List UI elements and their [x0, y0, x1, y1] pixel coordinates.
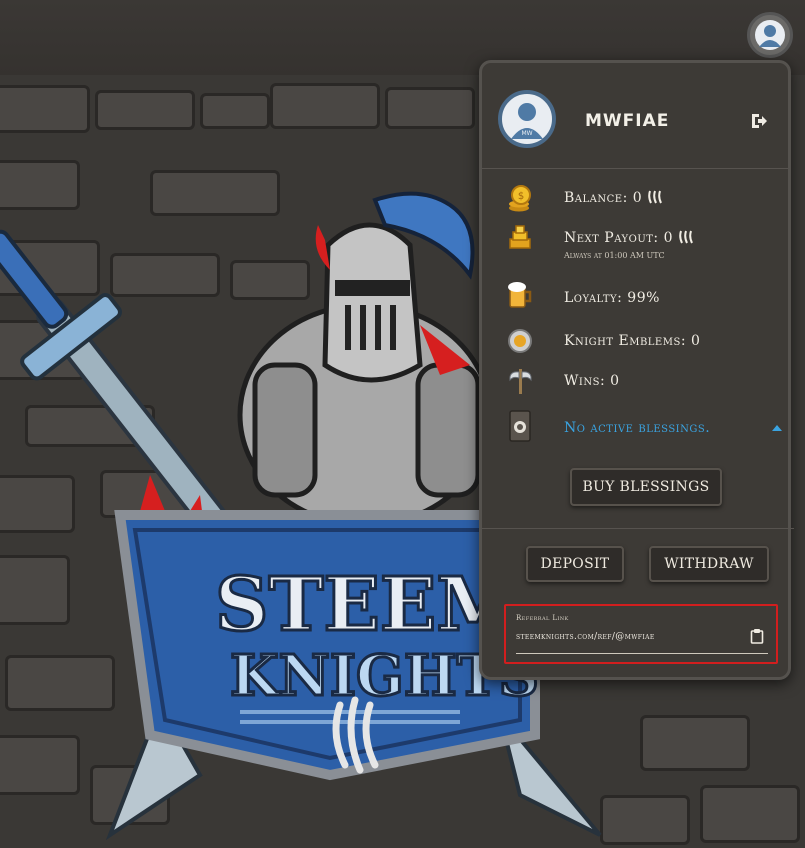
blessings-row: No active blessings. — [482, 408, 794, 448]
loyalty-row: Loyalty: 99% — [482, 278, 794, 318]
blessing-book-icon — [506, 410, 534, 442]
balance-label: Balance: 0 — [564, 190, 643, 206]
balance-row: $ Balance: 0 — [482, 178, 794, 218]
wins-label: Wins: 0 — [564, 373, 620, 389]
next-payout-label: Next Payout: 0 — [564, 230, 673, 246]
svg-text:$: $ — [518, 191, 524, 202]
steem-icon — [679, 230, 693, 244]
user-dropdown-panel: MW MWFIAE $ Balance: 0 Next Payout: 0 Al… — [479, 60, 794, 680]
withdraw-button[interactable]: WITHDRAW — [649, 546, 769, 582]
referral-label: Referral Link — [516, 614, 569, 622]
next-payout-row: Next Payout: 0 Always at 01:00 AM UTC — [482, 218, 794, 260]
buy-blessings-button[interactable]: BUY BLESSINGS — [570, 468, 722, 506]
battle-axe-icon — [506, 367, 534, 395]
user-silhouette-icon: MW — [511, 103, 543, 139]
emblem-coin-icon — [506, 327, 534, 355]
gold-bars-icon — [506, 224, 534, 252]
collapse-caret-icon[interactable] — [772, 425, 782, 431]
username: MWFIAE — [585, 111, 670, 131]
steem-icon — [648, 190, 663, 204]
panel-header: MW MWFIAE — [482, 63, 788, 169]
referral-value[interactable]: steemknights.com/ref/@mwfiae — [516, 632, 655, 642]
beer-mug-icon — [506, 280, 534, 308]
user-avatar-button[interactable] — [747, 12, 793, 58]
referral-link-field[interactable]: Referral Link steemknights.com/ref/@mwfi… — [504, 604, 778, 664]
deposit-button[interactable]: DEPOSIT — [526, 546, 624, 582]
emblems-label: Knight Emblems: 0 — [564, 333, 701, 349]
blessings-status: No active blessings. — [564, 420, 711, 436]
logo-text-steem: STEEM — [215, 562, 518, 648]
referral-underline — [516, 653, 768, 654]
svg-text:MW: MW — [521, 130, 532, 137]
emblems-row: Knight Emblems: 0 — [482, 321, 794, 361]
coin-stack-icon: $ — [506, 184, 534, 212]
logout-icon[interactable] — [750, 113, 768, 133]
user-silhouette-icon — [755, 20, 785, 50]
clipboard-icon[interactable] — [750, 628, 764, 648]
loyalty-label: Loyalty: 99% — [564, 290, 660, 306]
payout-time-note: Always at 01:00 AM UTC — [564, 251, 665, 260]
panel-avatar: MW — [498, 90, 556, 148]
wins-row: Wins: 0 — [482, 361, 794, 401]
divider — [482, 528, 794, 529]
